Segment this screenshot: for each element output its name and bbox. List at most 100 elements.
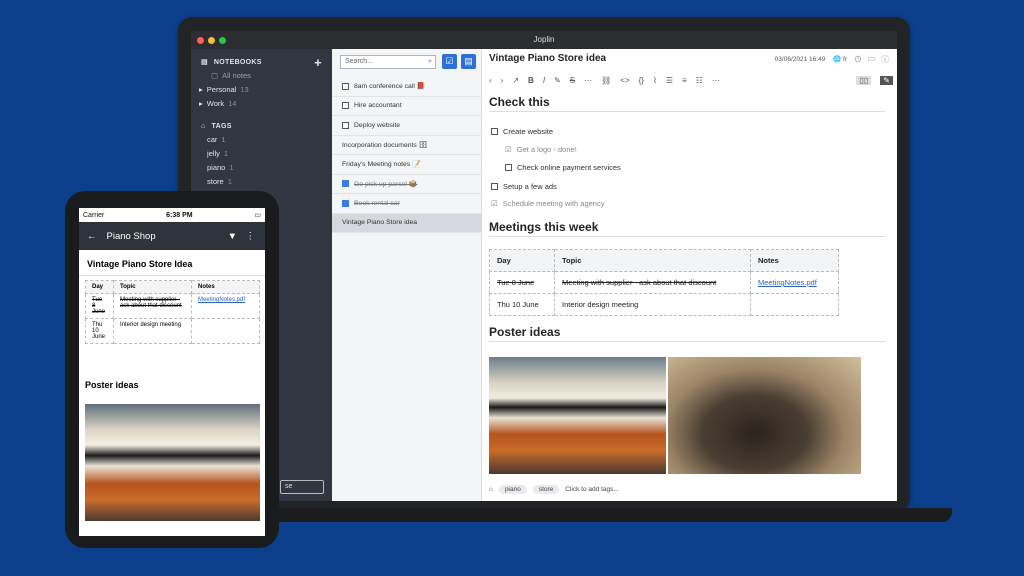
bold-icon[interactable]: B <box>528 76 534 85</box>
editor-toolbar: ‹ › ↗ B I ✎ S ⋯ ⛓ <> {} ⌇ ☰ ≡ ☷ ⋯ ▯▯ ✎ <box>489 73 893 87</box>
italic-icon[interactable]: I <box>543 76 545 85</box>
list-item[interactable]: Deploy website <box>332 116 482 136</box>
checklist-item[interactable]: ☑ Get a logo - done! <box>505 145 577 154</box>
tag-chip[interactable]: piano <box>498 485 527 494</box>
more-options-icon[interactable]: ⋯ <box>712 76 720 85</box>
table-row: Tue 8 June Meeting with supplier - ask a… <box>85 293 260 319</box>
laptop-base <box>236 508 952 522</box>
checklist-item[interactable]: Check online payment services <box>505 163 621 172</box>
todo-checkbox[interactable] <box>342 102 349 110</box>
chevron-right-icon: ▸ <box>199 99 203 108</box>
title-bar: Joplin <box>191 31 897 49</box>
tag-icon: ⌂ <box>201 122 206 130</box>
checklist-item[interactable]: ☑ Schedule meeting with agency <box>491 199 604 208</box>
heading-meetings: Meetings this week <box>489 220 885 237</box>
new-note-button[interactable]: ▤ <box>461 54 476 69</box>
forward-icon[interactable]: › <box>501 76 504 85</box>
phone-status-bar: Carrier 6:38 PM ▭ <box>79 208 265 222</box>
bullet-list-icon[interactable]: ☰ <box>666 76 673 85</box>
sidebar-tag-piano[interactable]: piano 1 <box>191 161 332 175</box>
phone-note-title[interactable]: Vintage Piano Store Idea <box>79 250 265 276</box>
code-block-icon[interactable]: {} <box>639 76 644 85</box>
checkbox[interactable] <box>491 183 498 190</box>
new-todo-button[interactable]: ☑ <box>442 54 457 69</box>
meeting-notes-link[interactable]: MeetingNotes.pdf <box>758 278 817 287</box>
edit-toggle-icon[interactable]: ✎ <box>880 75 893 85</box>
attach-icon[interactable]: ⌇ <box>653 76 657 85</box>
notes-icon: ▢ <box>211 71 219 80</box>
todo-checkbox-checked[interactable] <box>342 180 349 188</box>
checked-icon[interactable]: ☑ <box>491 199 498 208</box>
list-item[interactable]: Go pick up parcel 📦 <box>332 175 482 194</box>
more-icon[interactable]: ⋯ <box>584 76 592 85</box>
sidebar-item-personal[interactable]: ▸ Personal 13 <box>191 83 332 97</box>
todo-checkbox[interactable] <box>342 82 349 90</box>
sidebar-item-all-notes[interactable]: ▢ All notes <box>191 69 332 83</box>
checked-icon[interactable]: ☑ <box>505 145 512 154</box>
note-editor: Vintage Piano Store idea 03/06/2021 16:4… <box>483 49 897 501</box>
phone-poster-heading: Poster ideas <box>85 380 139 390</box>
sidebar-item-work[interactable]: ▸ Work 14 <box>191 97 332 111</box>
heading-poster-ideas: Poster ideas <box>489 325 885 342</box>
globe-icon[interactable]: 🌐 <box>833 56 841 63</box>
maximize-window-button[interactable] <box>219 37 226 44</box>
layout-toggle-icon[interactable]: ▯▯ <box>856 75 872 85</box>
minimize-window-button[interactable] <box>208 37 215 44</box>
note-title[interactable]: Vintage Piano Store idea <box>489 53 606 64</box>
list-item[interactable]: Incorporation documents 🗄 <box>332 136 482 155</box>
info-icon[interactable]: ⓘ <box>881 54 889 65</box>
table-row: Tue 8 June Meeting with supplier - ask a… <box>489 271 839 294</box>
note-date: 03/06/2021 16:49 🌐 fr <box>774 56 847 63</box>
checklist-item[interactable]: Setup a few ads <box>491 182 557 191</box>
add-notebook-button[interactable]: + <box>314 55 322 70</box>
link-icon[interactable]: ⛓ <box>601 76 611 85</box>
table-header-row: Day Topic Notes <box>489 249 839 272</box>
sidebar-tag-store[interactable]: store 1 <box>191 175 332 189</box>
note-icon: ▤ <box>464 56 473 66</box>
phone-screen: Carrier 6:38 PM ▭ ← Piano Shop ▼ ⋮ Vinta… <box>79 208 265 536</box>
phone-piano-image <box>85 404 260 521</box>
sidebar-bottom-button[interactable]: se <box>280 480 324 494</box>
notebook-icon: ▤ <box>201 59 208 66</box>
list-item[interactable]: 8am conference call 📕 <box>332 77 482 97</box>
checkbox[interactable] <box>505 164 512 171</box>
chevron-right-icon: ▸ <box>199 85 203 94</box>
back-icon[interactable]: ‹ <box>489 76 492 85</box>
battery-icon: ▭ <box>254 212 261 219</box>
back-arrow-icon[interactable]: ← <box>87 231 97 242</box>
alarm-icon[interactable]: ◷ <box>854 54 861 65</box>
table-row: Thu 10 June Interior design meeting <box>85 318 260 344</box>
tag-icon: ⌂ <box>489 486 493 493</box>
language-selector[interactable]: fr <box>843 56 847 63</box>
close-window-button[interactable] <box>197 37 204 44</box>
todo-checkbox-checked[interactable] <box>342 199 349 207</box>
sidebar-tag-jelly[interactable]: jelly 1 <box>191 147 332 161</box>
numbered-list-icon[interactable]: ≡ <box>682 76 687 85</box>
note-actions: ◷ ▭ ⓘ <box>854 54 889 65</box>
list-item[interactable]: Book rental car <box>332 194 482 214</box>
highlight-icon[interactable]: ✎ <box>554 76 561 85</box>
tags-header[interactable]: ⌂ TAGS <box>191 119 332 133</box>
checklist-item[interactable]: Create website <box>491 127 553 136</box>
tag-chip[interactable]: store <box>532 485 560 494</box>
dropdown-icon[interactable]: ▼ <box>228 231 237 242</box>
checkbox[interactable] <box>491 128 498 135</box>
checklist-icon[interactable]: ☷ <box>696 76 703 85</box>
heading-check-this: Check this <box>489 95 885 112</box>
list-item[interactable]: Hire accountant <box>332 97 482 116</box>
search-input[interactable]: Search... ⌕ <box>340 55 436 69</box>
list-item-selected[interactable]: Vintage Piano Store idea <box>332 213 482 233</box>
window-title: Joplin <box>533 35 555 44</box>
add-tags-link[interactable]: Click to add tags... <box>565 486 618 493</box>
window-controls <box>197 37 226 44</box>
notebooks-header[interactable]: ▤ NOTEBOOKS + <box>191 55 332 70</box>
strikethrough-icon[interactable]: S <box>570 76 575 85</box>
external-edit-icon[interactable]: ↗ <box>512 76 519 85</box>
properties-icon[interactable]: ▭ <box>867 54 875 65</box>
code-icon[interactable]: <> <box>620 76 629 85</box>
sidebar-tag-car[interactable]: car 1 <box>191 133 332 147</box>
kebab-menu-icon[interactable]: ⋮ <box>246 231 256 242</box>
list-item[interactable]: Friday's Meeting notes 📝 <box>332 155 482 175</box>
meeting-notes-link[interactable]: MeetingNotes.pdf <box>198 297 245 303</box>
todo-checkbox[interactable] <box>342 121 349 129</box>
